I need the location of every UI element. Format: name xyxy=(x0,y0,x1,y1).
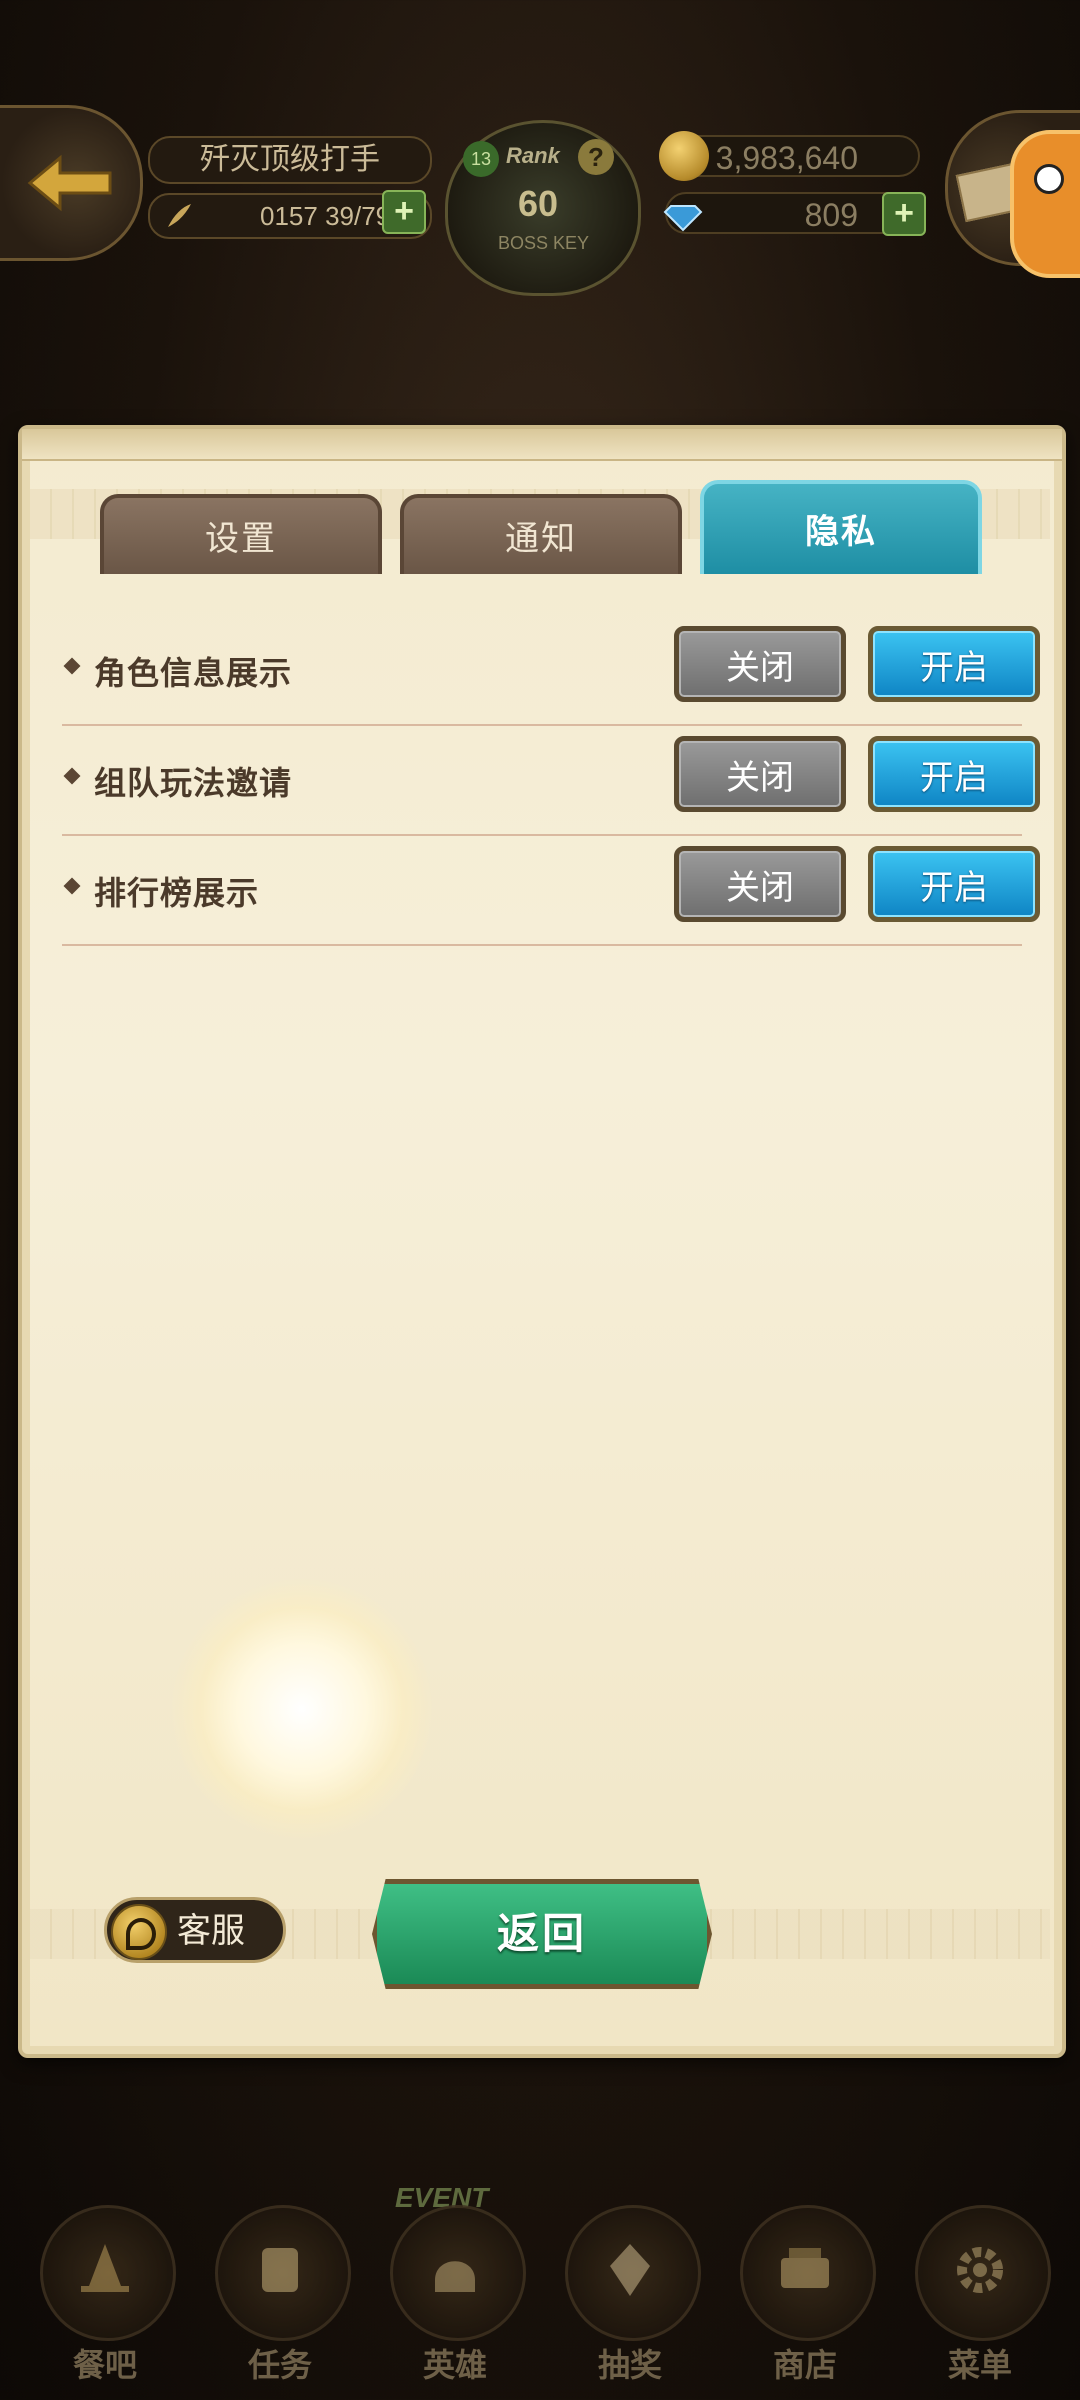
diamond-icon xyxy=(663,205,703,232)
nav-item-menu[interactable]: 菜单 xyxy=(895,2200,1065,2390)
touch-glow xyxy=(172,1579,432,1839)
scroll-icon xyxy=(262,2248,298,2292)
bullet-icon xyxy=(63,767,81,785)
gem-value: 809 xyxy=(804,197,858,233)
customer-service-button[interactable]: 客服 xyxy=(104,1897,286,1963)
tab-settings[interactable]: 设置 xyxy=(100,494,382,574)
add-stamina-plus-icon[interactable]: + xyxy=(382,190,426,234)
witch-hat-icon xyxy=(81,2244,129,2292)
nav-item-heroes[interactable]: 英雄 xyxy=(370,2200,540,2390)
leaderboard-off-button[interactable]: 关闭 xyxy=(674,846,846,922)
option-label: 角色信息展示 xyxy=(94,655,293,691)
player-name: 歼灭顶级打手 xyxy=(148,136,432,184)
gear-icon xyxy=(957,2247,1003,2293)
nav-item-tasks[interactable]: 任务 xyxy=(195,2200,365,2390)
crystal-icon xyxy=(610,2244,650,2296)
option-label: 组队玩法邀请 xyxy=(94,765,293,801)
tab-privacy[interactable]: 隐私 xyxy=(700,480,982,574)
feather-icon xyxy=(168,204,191,227)
headset-icon xyxy=(111,1904,167,1960)
nav-label: 餐吧 xyxy=(72,2347,137,2383)
nav-label: 任务 xyxy=(247,2347,312,2383)
bullet-icon xyxy=(63,657,81,675)
rank-level: 60 xyxy=(518,183,559,224)
help-icon[interactable]: ? xyxy=(578,139,614,175)
customer-service-label: 客服 xyxy=(177,1912,245,1950)
nav-label: 商店 xyxy=(772,2347,837,2383)
character-info-on-button[interactable]: 开启 xyxy=(868,626,1040,702)
nav-item-shop[interactable]: 商店 xyxy=(720,2200,890,2390)
back-button[interactable] xyxy=(0,105,143,261)
shop-icon xyxy=(781,2248,829,2288)
rank-badge[interactable]: 13 Rank ? 60 BOSS KEY xyxy=(445,120,641,296)
bullet-icon xyxy=(63,877,81,895)
nav-label: 英雄 xyxy=(422,2347,487,2383)
option-row-team-invite: 组队玩法邀请 关闭 开启 xyxy=(62,724,1040,836)
gold-counter: 3,983,640 xyxy=(659,131,920,181)
nav-label: 抽奖 xyxy=(597,2347,662,2383)
nav-item-lottery[interactable]: 抽奖 xyxy=(545,2200,715,2390)
option-label: 排行榜展示 xyxy=(94,875,260,911)
tab-notifications[interactable]: 通知 xyxy=(400,494,682,574)
option-row-character-info: 角色信息展示 关闭 开启 xyxy=(62,614,1040,726)
character-info-off-button[interactable]: 关闭 xyxy=(674,626,846,702)
settings-dialog: 设置 通知 隐私 角色信息展示 关闭 开启 组队玩法邀请 关闭 开启 排行榜展示… xyxy=(18,425,1066,2058)
return-button[interactable]: 返回 xyxy=(372,1879,712,1989)
stamina-value: 0157 39/79 xyxy=(260,201,391,231)
leaderboard-on-button[interactable]: 开启 xyxy=(868,846,1040,922)
mascot-avatar[interactable] xyxy=(1010,130,1080,278)
helmet-icon xyxy=(435,2261,475,2292)
add-gems-plus-icon[interactable]: + xyxy=(882,192,926,236)
mascot-eye xyxy=(1034,164,1064,194)
coin-icon xyxy=(659,131,709,181)
team-invite-on-button[interactable]: 开启 xyxy=(868,736,1040,812)
rank-label: Rank xyxy=(506,143,560,168)
gold-value: 3,983,640 xyxy=(715,140,858,176)
back-arrow-icon xyxy=(27,154,112,212)
team-invite-off-button[interactable]: 关闭 xyxy=(674,736,846,812)
option-row-leaderboard: 排行榜展示 关闭 开启 xyxy=(62,834,1040,946)
nav-item-bar[interactable]: 餐吧 xyxy=(20,2200,190,2390)
rank-subtitle: BOSS KEY xyxy=(498,233,590,253)
top-hud: 歼灭顶级打手 0157 39/79 + 13 Rank ? 60 BOSS KE… xyxy=(0,0,1080,300)
bottom-nav: 餐吧 任务 英雄 抽奖 商店 菜单 xyxy=(0,2190,1080,2400)
tab-bar: 设置 通知 隐私 xyxy=(100,454,1000,574)
rank-small-level: 13 xyxy=(463,141,499,177)
nav-label: 菜单 xyxy=(947,2347,1012,2383)
